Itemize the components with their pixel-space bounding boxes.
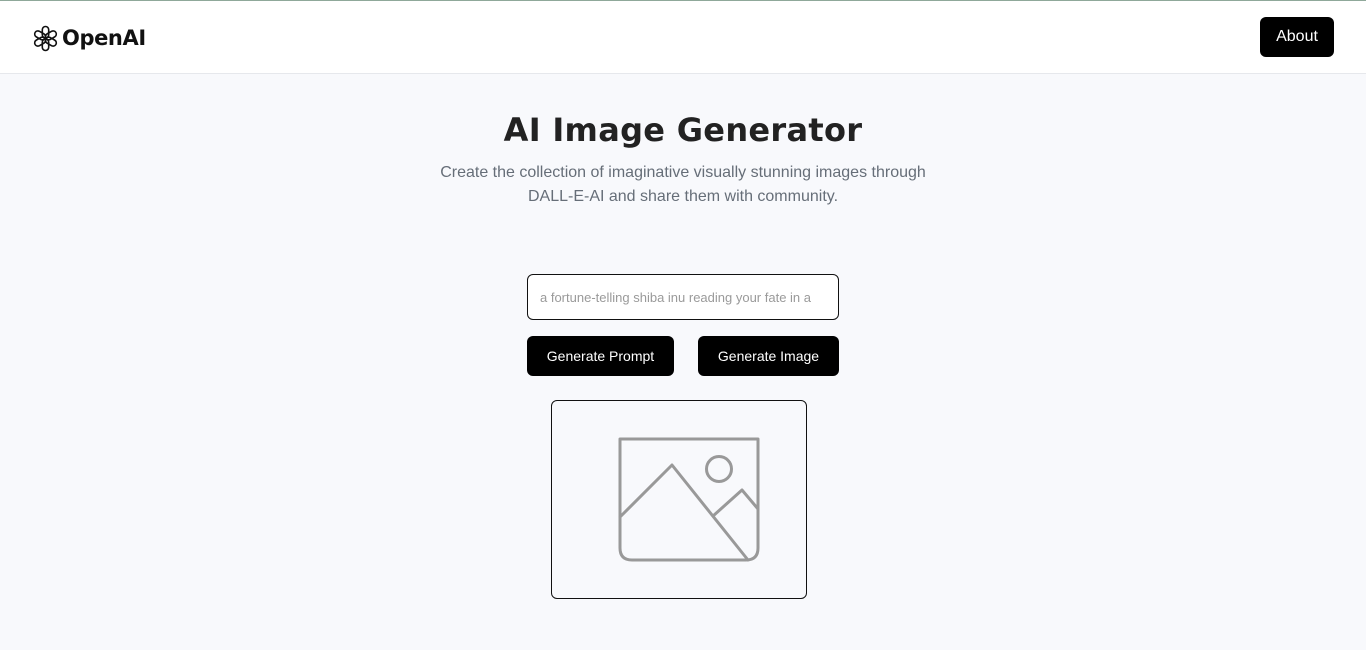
brand-logo[interactable]: OpenAI xyxy=(32,23,146,53)
generate-image-button[interactable]: Generate Image xyxy=(698,336,839,376)
prompt-input[interactable] xyxy=(527,274,839,320)
generate-prompt-button[interactable]: Generate Prompt xyxy=(527,336,674,376)
page-subtitle: Create the collection of imaginative vis… xyxy=(440,164,926,205)
image-preview xyxy=(551,400,807,599)
site-header: OpenAI About xyxy=(0,1,1366,74)
about-button[interactable]: About xyxy=(1260,17,1334,57)
openai-logo-icon xyxy=(32,25,59,52)
brand-name: OpenAI xyxy=(62,26,146,50)
page-title: AI Image Generator xyxy=(503,111,863,149)
image-placeholder-icon xyxy=(617,436,761,563)
